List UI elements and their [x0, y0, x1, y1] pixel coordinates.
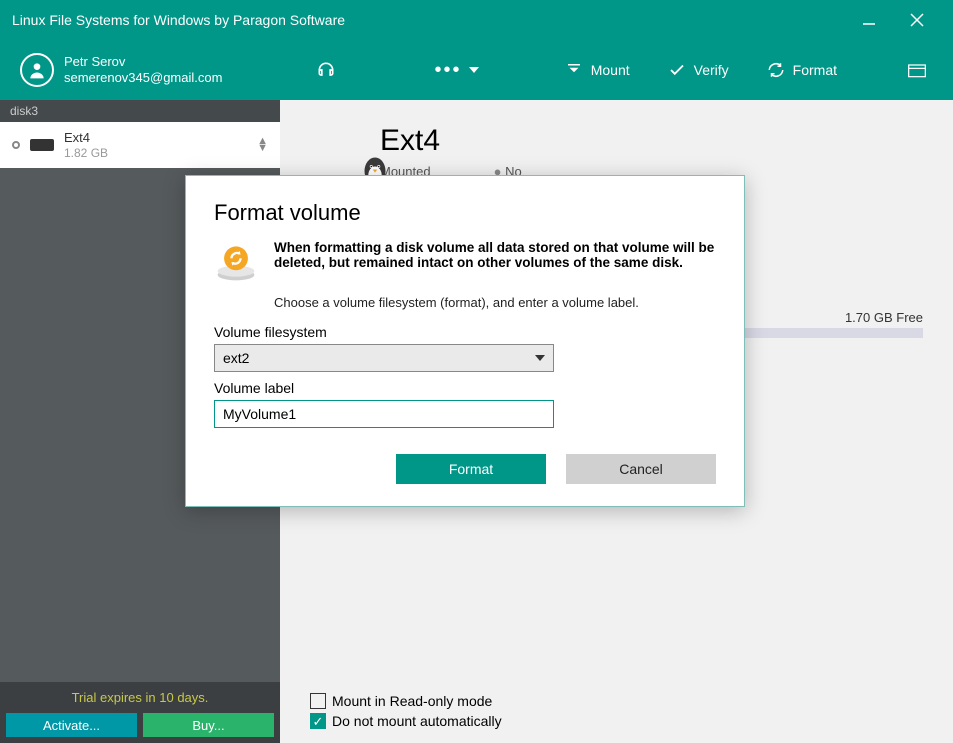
titlebar: Linux File Systems for Windows by Parago…: [0, 0, 953, 40]
chevron-down-icon: [535, 355, 545, 361]
mount-label: Mount: [591, 62, 630, 78]
window-title: Linux File Systems for Windows by Parago…: [12, 12, 345, 28]
mount-options: Mount in Read-only mode Do not mount aut…: [310, 689, 502, 729]
dialog-format-button[interactable]: Format: [396, 454, 546, 484]
volume-fs: Ext4: [64, 130, 247, 146]
minimize-button[interactable]: [845, 0, 893, 40]
verify-button[interactable]: Verify: [654, 50, 743, 90]
toolbar: Petr Serov semerenov345@gmail.com ••• Mo…: [0, 40, 953, 100]
chevron-down-icon: [469, 67, 479, 73]
user-account[interactable]: Petr Serov semerenov345@gmail.com: [20, 53, 222, 87]
noauto-checkbox[interactable]: [310, 713, 326, 729]
format-label: Format: [793, 62, 837, 78]
volume-label-input[interactable]: [214, 400, 554, 428]
user-email: semerenov345@gmail.com: [64, 70, 222, 86]
label-field-label: Volume label: [214, 380, 716, 396]
mount-button[interactable]: Mount: [551, 50, 644, 90]
format-dialog: Format volume When formatting a disk vol…: [185, 175, 745, 507]
dialog-cancel-button[interactable]: Cancel: [566, 454, 716, 484]
dialog-title: Format volume: [214, 200, 716, 226]
readonly-label: Mount in Read-only mode: [332, 693, 492, 709]
buy-button[interactable]: Buy...: [143, 713, 274, 737]
verify-label: Verify: [694, 62, 729, 78]
filesystem-select[interactable]: ext2: [214, 344, 554, 372]
format-warn-icon: [214, 240, 258, 289]
volume-size: 1.82 GB: [64, 146, 247, 160]
close-button[interactable]: [893, 0, 941, 40]
dialog-subtext: Choose a volume filesystem (format), and…: [274, 295, 716, 310]
volume-item[interactable]: Ext4 1.82 GB ▲▼: [0, 122, 280, 168]
dialog-warning: When formatting a disk volume all data s…: [274, 240, 714, 270]
format-button[interactable]: Format: [753, 50, 851, 90]
more-menu-button[interactable]: •••: [420, 50, 493, 90]
trial-notice: Trial expires in 10 days.: [0, 682, 280, 713]
fs-field-label: Volume filesystem: [214, 324, 716, 340]
explorer-button[interactable]: [901, 50, 933, 90]
noauto-label: Do not mount automatically: [332, 713, 502, 729]
filesystem-value: ext2: [223, 350, 249, 366]
volume-expand-icon[interactable]: ▲▼: [257, 138, 268, 151]
disk-header[interactable]: disk3: [0, 100, 280, 122]
volume-status-dot: [12, 141, 20, 149]
avatar-icon: [20, 53, 54, 87]
support-button[interactable]: [302, 50, 350, 90]
drive-icon: [30, 139, 54, 151]
volume-title: Ext4: [380, 124, 913, 158]
dots-icon: •••: [434, 59, 461, 82]
readonly-checkbox[interactable]: [310, 693, 326, 709]
activate-button[interactable]: Activate...: [6, 713, 137, 737]
free-space-label: 1.70 GB Free: [845, 310, 923, 325]
user-text: Petr Serov semerenov345@gmail.com: [64, 54, 222, 87]
user-name: Petr Serov: [64, 54, 222, 70]
